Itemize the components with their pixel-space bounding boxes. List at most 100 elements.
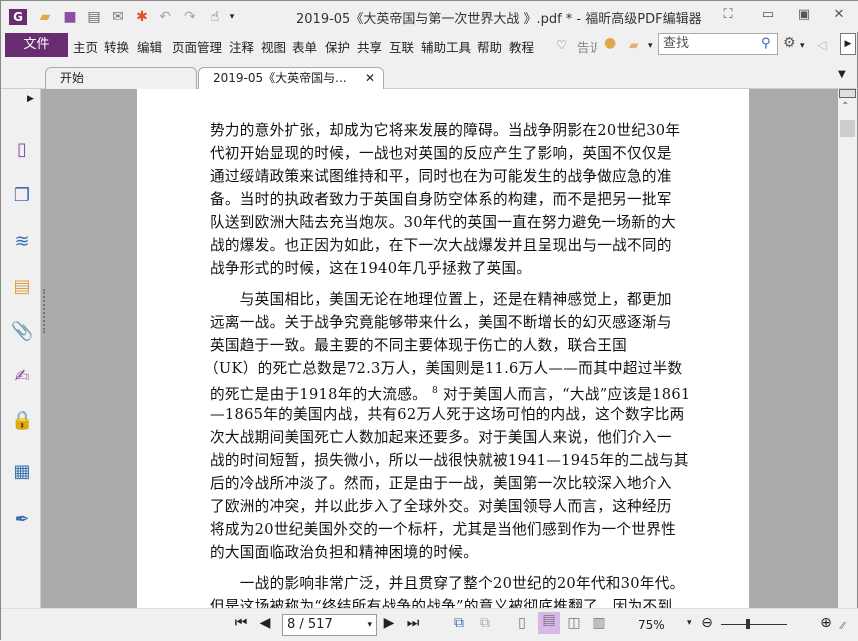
- hand-tool-icon[interactable]: ☝: [206, 9, 224, 25]
- comments-icon[interactable]: ▤: [11, 276, 33, 298]
- text-line: 队送到欧洲大陆去充当炮灰。30年代的英国一直在努力避免一场新的大: [210, 214, 676, 231]
- text-line: 英国趋于一致。最主要的不同主要体现于伤亡的人数，联合王国: [210, 337, 628, 354]
- menu-accessibility[interactable]: 辅助工具: [421, 37, 471, 56]
- expand-panel-icon[interactable]: ▶: [27, 94, 34, 104]
- ribbon-scroll-right-icon[interactable]: ▶: [840, 33, 856, 55]
- text-line: 一战的影响非常广泛，并且贯穿了整个20世纪的20年代和30年代。: [210, 575, 685, 592]
- menu-form[interactable]: 表单: [292, 37, 317, 56]
- text-line: 战的爆发。也正因为如此，在下一次大战爆发并且呈现出与一战不同的: [210, 237, 672, 254]
- close-tab-icon[interactable]: ✕: [365, 68, 375, 89]
- scrollbar-thumb[interactable]: [840, 120, 855, 137]
- text-line: 战争形式的时候，这在1940年几乎拯救了英国。: [210, 260, 532, 277]
- settings-dropdown-icon[interactable]: ▾: [800, 41, 805, 51]
- menu-view[interactable]: 视图: [261, 37, 286, 56]
- fullscreen-icon[interactable]: ⛶: [718, 7, 738, 22]
- menu-home[interactable]: 主页: [73, 37, 98, 56]
- minimize-button[interactable]: ▭: [758, 7, 778, 22]
- page-number-input[interactable]: 8 / 517 ▾: [282, 614, 377, 636]
- scroll-up-icon[interactable]: ⌃: [841, 101, 849, 112]
- menu-page-manage[interactable]: 页面管理: [172, 37, 222, 56]
- next-view-icon[interactable]: ⧉: [477, 615, 493, 631]
- tell-me-button[interactable]: 告诉: [577, 37, 597, 56]
- zoom-dropdown-icon[interactable]: ▾: [687, 618, 692, 628]
- tab-start[interactable]: 开始: [45, 67, 197, 89]
- undo-icon[interactable]: ↶: [156, 9, 174, 25]
- open-folder-icon[interactable]: ▰: [36, 9, 54, 25]
- search-icon[interactable]: ⚲: [761, 36, 771, 51]
- text-line: 与英国相比，美国无论在地理位置上，还是在精神感觉上，都更加: [210, 291, 672, 308]
- new-document-icon[interactable]: ✱: [133, 9, 151, 25]
- certify-icon[interactable]: ✒: [11, 509, 33, 531]
- file-menu-button[interactable]: 文件: [5, 33, 68, 57]
- text-line: 了欧洲的冲突，并以此步入了全球外交。对美国领导人而言，这种经历: [210, 498, 672, 515]
- menu-connect[interactable]: 互联: [389, 37, 414, 56]
- favorite-icon[interactable]: ●: [604, 35, 616, 51]
- first-page-button[interactable]: ⏮: [233, 615, 249, 631]
- close-button[interactable]: ✕: [829, 7, 849, 22]
- settings-gear-icon[interactable]: ⚙: [783, 35, 796, 51]
- menu-protect[interactable]: 保护: [325, 37, 350, 56]
- tab-document[interactable]: 2019-05《大英帝国与... ✕: [198, 67, 384, 89]
- previous-view-icon[interactable]: ⧉: [451, 615, 467, 631]
- tab-list-dropdown-icon[interactable]: ▼: [838, 69, 846, 80]
- tab-label: 2019-05《大英帝国与...: [213, 71, 347, 85]
- customize-dropdown-icon[interactable]: ▾: [223, 9, 241, 25]
- signature-icon[interactable]: ✍: [11, 366, 33, 388]
- zoom-slider-thumb[interactable]: [746, 619, 750, 629]
- menu-share[interactable]: 共享: [357, 37, 382, 56]
- text-line: 但是这场被称为“终结所有战争的战争”的意义被彻底推翻了，因为不到: [210, 598, 673, 608]
- next-page-button[interactable]: ▶: [381, 615, 397, 631]
- search-input[interactable]: 查找: [658, 33, 778, 55]
- maximize-button[interactable]: ▣: [794, 7, 814, 22]
- app-logo-icon[interactable]: G: [9, 9, 27, 25]
- menu-tutorial[interactable]: 教程: [509, 37, 534, 56]
- page-thumbnails-icon[interactable]: ❐: [11, 185, 33, 207]
- zoom-in-button[interactable]: ⊕: [818, 615, 834, 631]
- navigation-panel: ▶ ▯ ❐ ≋ ▤ 📎 ✍ 🔒 ▦ ✒: [1, 89, 41, 608]
- title-bar: G ▰ ■ ▤ ✉ ✱ ↶ ↷ ☝ ▾ 2019-05《大英帝国与第一次世界大战…: [1, 1, 858, 32]
- bookmark-icon[interactable]: ▯: [11, 139, 33, 161]
- panel-resize-handle[interactable]: [43, 289, 45, 333]
- single-page-icon[interactable]: ▯: [514, 615, 530, 631]
- zoom-level[interactable]: 75%: [638, 618, 665, 632]
- text-line: 代初开始显现的时候，一战也对英国的反应产生了影响，英国不仅仅是: [210, 145, 672, 162]
- page-dropdown-icon[interactable]: ▾: [367, 615, 372, 635]
- menu-help[interactable]: 帮助: [477, 37, 502, 56]
- print-icon[interactable]: ▤: [85, 9, 103, 25]
- previous-page-button[interactable]: ◀: [257, 615, 273, 631]
- page-text: 势力的意外扩张，却成为它将来发展的障碍。当战争阴影在20世纪30年 代初开始显现…: [204, 119, 690, 608]
- folder-search-icon[interactable]: ▰: [629, 37, 639, 52]
- text-line: 远离一战。关于战争究竟能够带来什么，美国不断增长的幻灭感逐渐与: [210, 314, 672, 331]
- attachment-icon[interactable]: 📎: [11, 321, 33, 343]
- scrollbar-top-button[interactable]: [839, 89, 856, 98]
- tab-label: 开始: [60, 71, 85, 85]
- menu-convert[interactable]: 转换: [104, 37, 129, 56]
- document-viewer[interactable]: 势力的意外扩张，却成为它将来发展的障碍。当战争阴影在20世纪30年 代初开始显现…: [41, 89, 838, 608]
- text-line: 后的冷战所冲淡了。然而，正是由于一战，美国第一次比较深入地介入: [210, 475, 672, 492]
- redo-icon[interactable]: ↷: [181, 9, 199, 25]
- zoom-slider[interactable]: [721, 624, 787, 625]
- save-icon[interactable]: ■: [61, 9, 79, 25]
- facing-pages-icon[interactable]: ◫: [566, 615, 582, 631]
- ribbon-scroll-left-icon[interactable]: ◁: [817, 37, 827, 52]
- continuous-page-icon[interactable]: ▤: [538, 612, 560, 634]
- menu-edit[interactable]: 编辑: [137, 37, 162, 56]
- email-icon[interactable]: ✉: [109, 9, 127, 25]
- menu-comment[interactable]: 注释: [229, 37, 254, 56]
- resize-grip-icon[interactable]: ⁄⁄: [841, 621, 844, 632]
- text-line: 通过绥靖政策来试图维持和平，同时也在为可能发生的战争做应急的准: [210, 168, 672, 185]
- vertical-scrollbar[interactable]: ⌃: [838, 89, 857, 608]
- text-line: 次大战期间美国死亡人数加起来还要多。对于美国人来说，他们介入一: [210, 429, 672, 446]
- layers-icon[interactable]: ≋: [11, 231, 33, 253]
- text-line: 的死亡是由于1918年的大流感。 8 对于美国人而言，“大战”应该是1861: [210, 380, 690, 403]
- folder-search-dropdown-icon[interactable]: ▾: [648, 41, 653, 51]
- form-fields-icon[interactable]: ▦: [11, 461, 33, 483]
- page-number: 8 / 517: [287, 617, 333, 632]
- continuous-facing-icon[interactable]: ▥: [591, 615, 607, 631]
- security-lock-icon[interactable]: 🔒: [11, 410, 33, 432]
- zoom-out-button[interactable]: ⊖: [699, 615, 715, 631]
- footnote-link[interactable]: 8: [432, 386, 438, 396]
- last-page-button[interactable]: ⏭: [405, 615, 421, 631]
- text-line: 战的时间短暂，损失微小，所以一战很快就被1941—1945年的二战与其: [210, 452, 689, 469]
- text-segment: 对于美国人而言，“大战”应该是1861: [443, 385, 691, 403]
